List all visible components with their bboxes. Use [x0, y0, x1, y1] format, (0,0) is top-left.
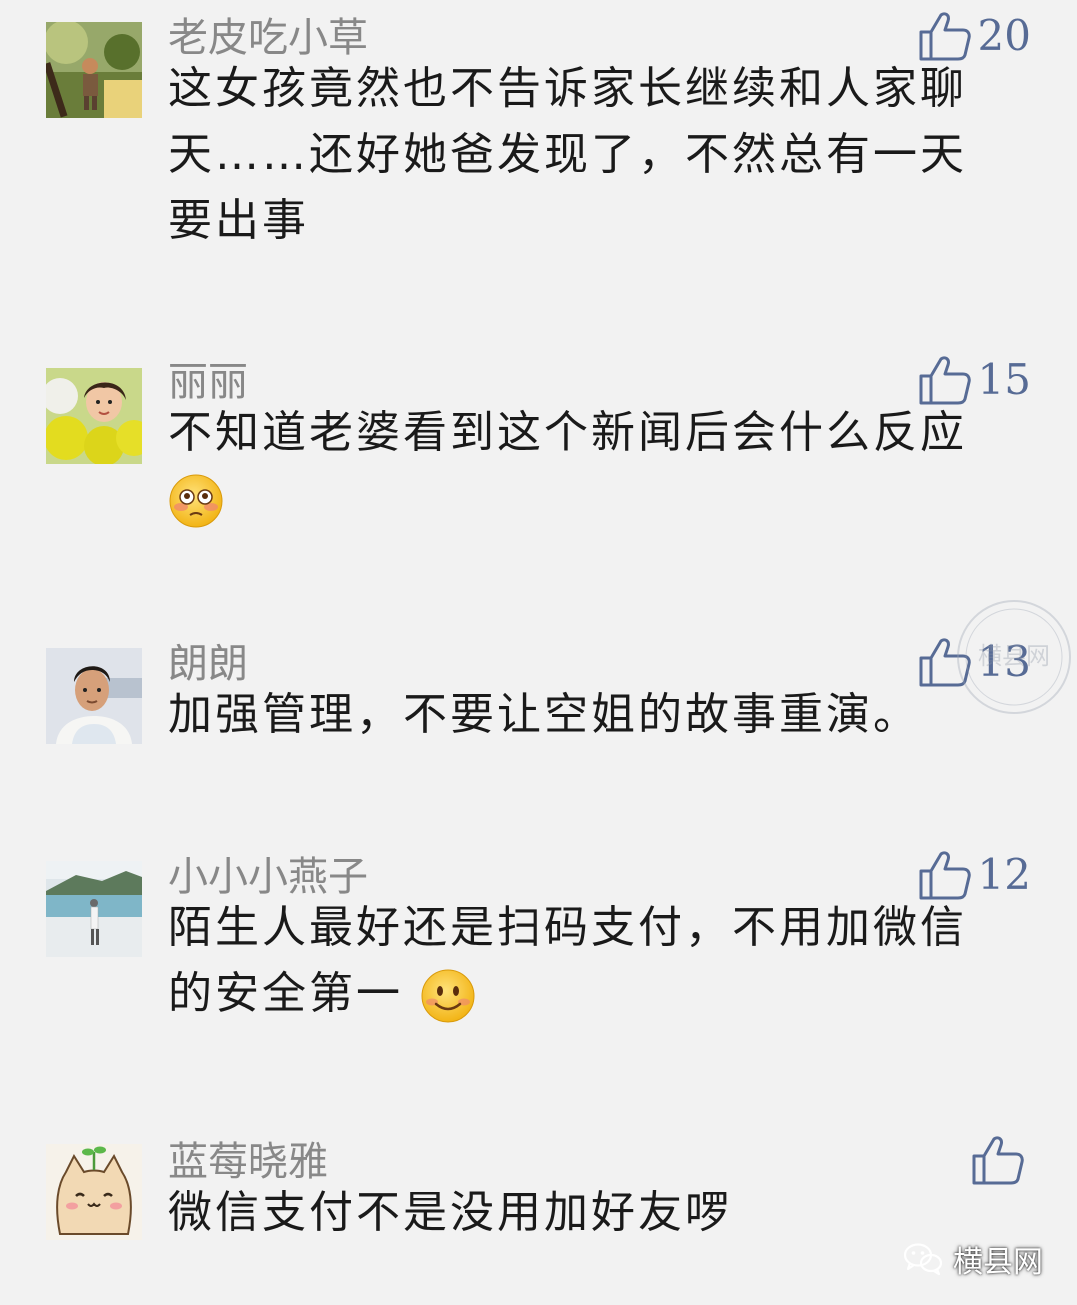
comment-text: 加强管理，不要让空姐的故事重演。 — [168, 682, 1018, 748]
comment-line: 天……还好她爸发现了，不然总有一天 — [168, 129, 967, 180]
watermark-text: 横县网 — [978, 642, 1050, 670]
thumbs-up-icon — [919, 851, 971, 900]
avatar[interactable] — [46, 368, 142, 464]
footer-brand-name: 横县网 — [953, 1245, 1043, 1280]
watermark-seal: 横县网 — [957, 600, 1071, 714]
comment-text: 微信支付不是没用加好友啰 — [168, 1180, 1018, 1246]
comment-line: 这女孩竟然也不告诉家长继续和人家聊 — [168, 63, 967, 114]
wechat-icon — [903, 1243, 943, 1276]
avatar[interactable] — [46, 861, 142, 957]
avatar[interactable] — [46, 648, 142, 744]
comment-text: 不知道老婆看到这个新闻后会什么反应 — [168, 400, 1018, 532]
thumbs-up-icon — [972, 1136, 1024, 1185]
avatar[interactable] — [46, 22, 142, 118]
comment-text: 这女孩竟然也不告诉家长继续和人家聊 天……还好她爸发现了，不然总有一天 要出事 — [168, 56, 1018, 254]
thumbs-up-icon — [919, 12, 971, 61]
comment-line — [168, 466, 1018, 532]
comment-line: 微信支付不是没用加好友啰 — [168, 1187, 732, 1238]
comment-line-text: 的安全第一 — [168, 968, 403, 1019]
comment-line: 的安全第一 — [168, 961, 1018, 1027]
comment-line: 不知道老婆看到这个新闻后会什么反应 — [168, 407, 967, 458]
comment-text: 陌生人最好还是扫码支付，不用加微信 的安全第一 — [168, 895, 1018, 1027]
smile-face-emoji — [421, 969, 475, 1023]
comment-line: 陌生人最好还是扫码支付，不用加微信 — [168, 902, 967, 953]
footer-brand: 横县网 — [903, 1237, 1043, 1281]
thumbs-up-icon — [919, 356, 971, 405]
avatar[interactable] — [46, 1144, 142, 1240]
comment-line: 加强管理，不要让空姐的故事重演。 — [168, 689, 920, 740]
flushed-face-emoji — [169, 474, 223, 528]
comment-line: 要出事 — [168, 195, 309, 246]
